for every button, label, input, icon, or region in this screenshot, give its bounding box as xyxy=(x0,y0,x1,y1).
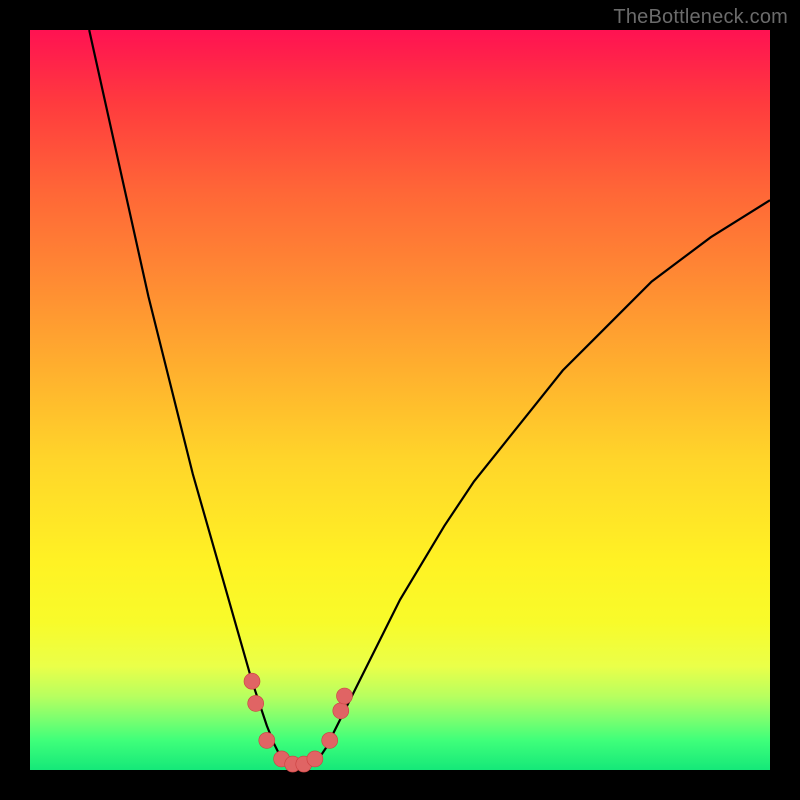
marker-point xyxy=(337,688,353,704)
series-group xyxy=(89,30,770,766)
chart-svg xyxy=(30,30,770,770)
series-right-branch xyxy=(319,200,770,759)
marker-point xyxy=(333,703,349,719)
plot-area xyxy=(30,30,770,770)
marker-point xyxy=(322,732,338,748)
marker-group xyxy=(244,673,353,772)
series-left-branch xyxy=(89,30,281,759)
watermark-text: TheBottleneck.com xyxy=(613,6,788,29)
marker-point xyxy=(244,673,260,689)
outer-frame: TheBottleneck.com xyxy=(0,0,800,800)
marker-point xyxy=(259,732,275,748)
marker-point xyxy=(307,751,323,767)
marker-point xyxy=(248,695,264,711)
